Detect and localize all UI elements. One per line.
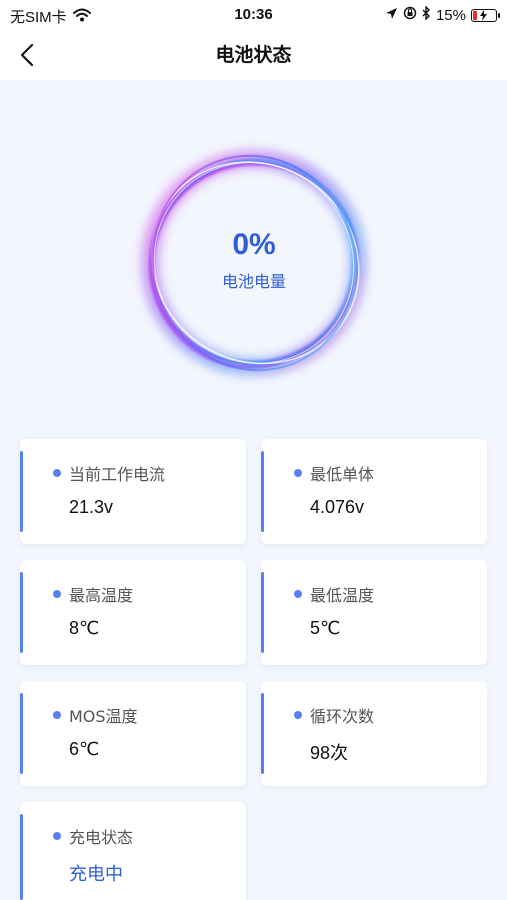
card-label: 最低温度 [310, 586, 375, 605]
card-min-temp: 最低温度 5℃ [261, 560, 487, 665]
bullet-dot-icon [294, 469, 302, 477]
card-current: 当前工作电流 21.3v [20, 439, 246, 544]
card-value: 4.076v [310, 497, 365, 517]
bullet-dot-icon [294, 711, 302, 719]
card-label: 当前工作电流 [69, 465, 166, 484]
bullet-dot-icon [294, 590, 302, 598]
nav-bar: 电池状态 [0, 30, 507, 80]
card-min-cell: 最低单体 4.076v [261, 439, 487, 544]
card-label: 最高温度 [69, 586, 134, 605]
bullet-dot-icon [53, 711, 61, 719]
ring-center: 0% 电池电量 [129, 228, 379, 292]
bullet-dot-icon [53, 590, 61, 598]
card-value: 21.3v [69, 497, 114, 517]
location-arrow-icon [385, 7, 398, 24]
battery-level-label: 电池电量 [221, 272, 286, 291]
battery-percent: 15% [435, 6, 466, 24]
battery-fill [473, 10, 477, 20]
card-mos-temp: MOS温度 6℃ [20, 681, 246, 786]
card-value: 98次 [310, 743, 349, 763]
screen-lock-icon [403, 6, 417, 24]
battery-icon [471, 8, 500, 22]
charge-status-value: 充电中 [69, 864, 123, 884]
bullet-dot-icon [53, 832, 61, 840]
page-title: 电池状态 [215, 44, 292, 66]
card-accent-bar [20, 814, 23, 900]
card-max-temp: 最高温度 8℃ [20, 560, 246, 665]
card-label: 最低单体 [310, 465, 375, 484]
status-right: 15% [385, 5, 500, 24]
card-accent-bar [20, 693, 23, 774]
battery-ring: 0% 电池电量 [129, 138, 379, 388]
card-value: 8℃ [69, 618, 100, 638]
card-label: MOS温度 [69, 707, 138, 726]
card-accent-bar [261, 572, 264, 653]
card-label: 充电状态 [69, 828, 134, 847]
card-accent-bar [20, 572, 23, 653]
card-accent-bar [261, 451, 264, 532]
status-bar: 无SIM卡 10:36 15% [0, 0, 507, 30]
card-value: 6℃ [69, 739, 100, 759]
bullet-dot-icon [53, 469, 61, 477]
card-label: 循环次数 [310, 707, 375, 726]
card-cycle-count: 循环次数 98次 [261, 681, 487, 786]
bluetooth-icon [422, 5, 431, 24]
card-charge-status: 充电状态 充电中 [20, 802, 246, 900]
card-value: 5℃ [310, 618, 341, 638]
battery-percent-value: 0% [232, 228, 276, 261]
card-accent-bar [20, 451, 23, 532]
card-accent-bar [261, 693, 264, 774]
